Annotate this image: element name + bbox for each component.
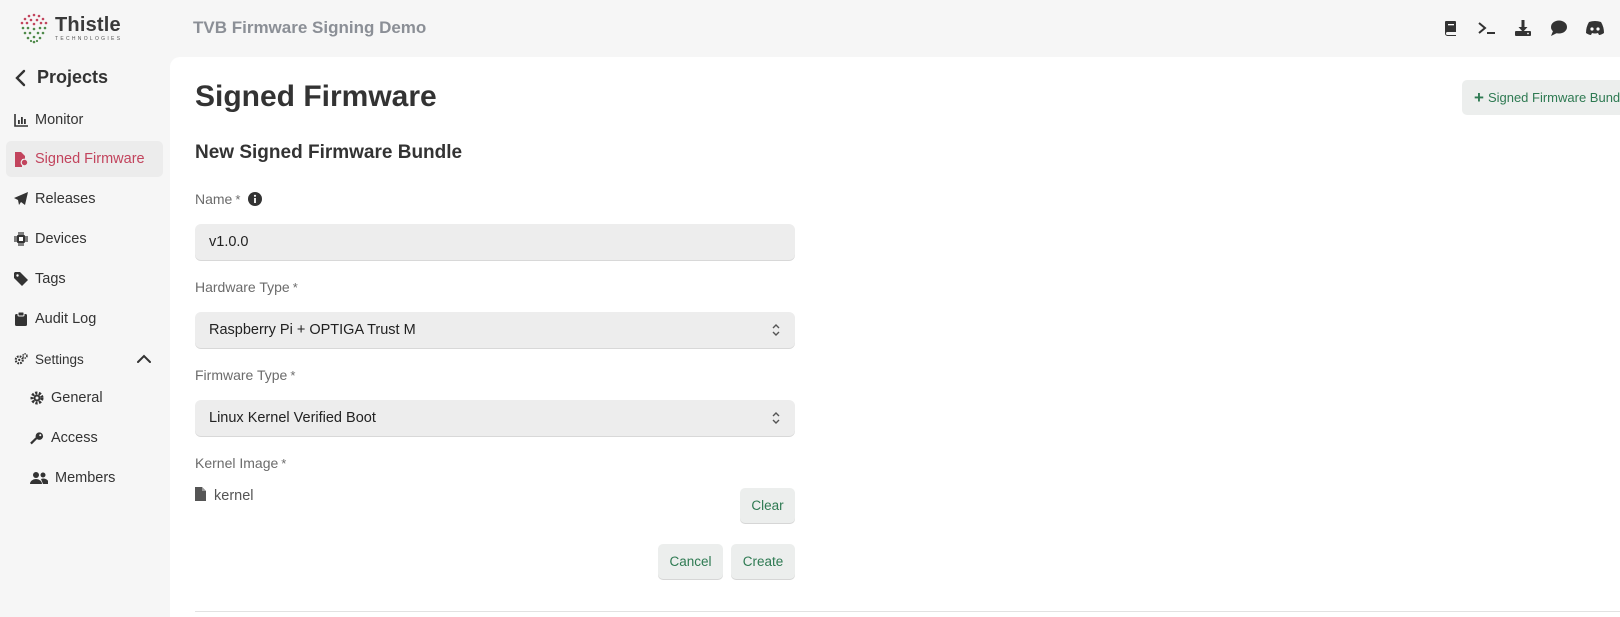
firmware-type-value: Linux Kernel Verified Boot [209, 410, 376, 426]
firmware-type-label-text: Firmware Type [195, 367, 288, 383]
sidebar-item-label: Settings [35, 351, 84, 367]
required-mark: * [235, 191, 241, 207]
hardware-type-select[interactable]: Raspberry Pi + OPTIGA Trust M [195, 312, 795, 348]
terminal-icon[interactable] [1476, 17, 1498, 39]
kernel-file: kernel [195, 487, 254, 505]
firmware-type-label: Firmware Type * [195, 367, 295, 383]
name-label-text: Name [195, 191, 233, 207]
required-mark: * [290, 367, 296, 383]
book-icon[interactable] [1440, 17, 1462, 39]
sidebar-item-settings[interactable]: Settings [6, 341, 163, 377]
logo-subtitle: TECHNOLOGIES [55, 35, 123, 42]
microchip-icon [14, 232, 28, 246]
tag-icon [14, 272, 28, 286]
sidebar-item-general[interactable]: General [6, 380, 163, 416]
chevron-up-icon[interactable] [137, 352, 151, 368]
clear-button[interactable]: Clear [740, 488, 795, 523]
cancel-button[interactable]: Cancel [658, 544, 723, 579]
hardware-type-label-text: Hardware Type [195, 279, 290, 295]
sidebar-item-audit-log[interactable]: Audit Log [6, 301, 163, 337]
sidebar-item-signed-firmware[interactable]: Signed Firmware [6, 141, 163, 177]
kernel-image-label-text: Kernel Image [195, 455, 279, 471]
plus-icon: + [1474, 87, 1484, 107]
chat-icon[interactable] [1548, 17, 1570, 39]
required-mark: * [292, 279, 298, 295]
kernel-image-label: Kernel Image * [195, 455, 286, 471]
sidebar-item-releases[interactable]: Releases [6, 181, 163, 217]
required-mark: * [281, 455, 287, 471]
sidebar-item-members[interactable]: Members [6, 460, 163, 496]
logo-name: Thistle [55, 13, 121, 36]
download-icon[interactable] [1512, 17, 1534, 39]
new-bundle-button-label: Signed Firmware Bundle [1487, 90, 1620, 105]
name-label: Name * [195, 191, 263, 207]
discord-icon[interactable] [1584, 17, 1606, 39]
users-icon [30, 471, 48, 485]
new-signed-firmware-bundle-button[interactable]: + Signed Firmware Bundle [1462, 80, 1620, 115]
top-toolbar [1440, 17, 1606, 39]
select-arrows-icon [771, 411, 781, 429]
chart-icon [14, 113, 28, 127]
paper-plane-icon [14, 192, 28, 206]
form-title: New Signed Firmware Bundle [195, 142, 463, 163]
key-icon [30, 431, 44, 445]
sidebar-item-label: General [51, 390, 103, 406]
hardware-type-value: Raspberry Pi + OPTIGA Trust M [209, 322, 416, 338]
firmware-type-select[interactable]: Linux Kernel Verified Boot [195, 400, 795, 436]
sidebar-item-label: Tags [35, 271, 66, 287]
sidebar-item-label: Releases [35, 191, 96, 207]
gear-icon [30, 391, 44, 405]
select-arrows-icon [771, 323, 781, 341]
projects-back-link[interactable]: Projects [15, 67, 108, 88]
sidebar-item-label: Audit Log [35, 311, 97, 327]
sidebar-item-label: Signed Firmware [35, 151, 145, 167]
info-icon[interactable] [248, 192, 263, 206]
sidebar-item-monitor[interactable]: Monitor [6, 102, 163, 138]
file-icon [195, 487, 206, 505]
file-signature-icon [14, 151, 28, 167]
sidebar-item-label: Devices [35, 231, 87, 247]
sidebar-item-label: Access [51, 430, 98, 446]
thistle-logo[interactable]: Thistle TECHNOLOGIES [17, 11, 122, 45]
name-input[interactable]: v1.0.0 [195, 224, 795, 260]
page-title: Signed Firmware [195, 80, 437, 113]
sidebar-item-devices[interactable]: Devices [6, 221, 163, 257]
main-panel: Signed Firmware + Signed Firmware Bundle… [170, 57, 1620, 617]
divider [195, 611, 1620, 612]
gears-icon [14, 352, 28, 366]
sidebar-item-label: Members [55, 470, 116, 486]
sidebar-item-label: Monitor [35, 112, 84, 128]
kernel-file-name: kernel [214, 488, 254, 504]
project-title: TVB Firmware Signing Demo [193, 18, 427, 37]
create-button[interactable]: Create [731, 544, 795, 579]
projects-label: Projects [37, 67, 109, 87]
thistle-logo-icon [20, 13, 48, 44]
clipboard-icon [14, 312, 28, 326]
sidebar-item-tags[interactable]: Tags [6, 261, 163, 297]
chevron-left-icon [15, 69, 26, 86]
hardware-type-label: Hardware Type * [195, 279, 298, 295]
sidebar: Projects Monitor Signed Firmware Release… [0, 57, 170, 617]
sidebar-item-access[interactable]: Access [6, 420, 163, 456]
